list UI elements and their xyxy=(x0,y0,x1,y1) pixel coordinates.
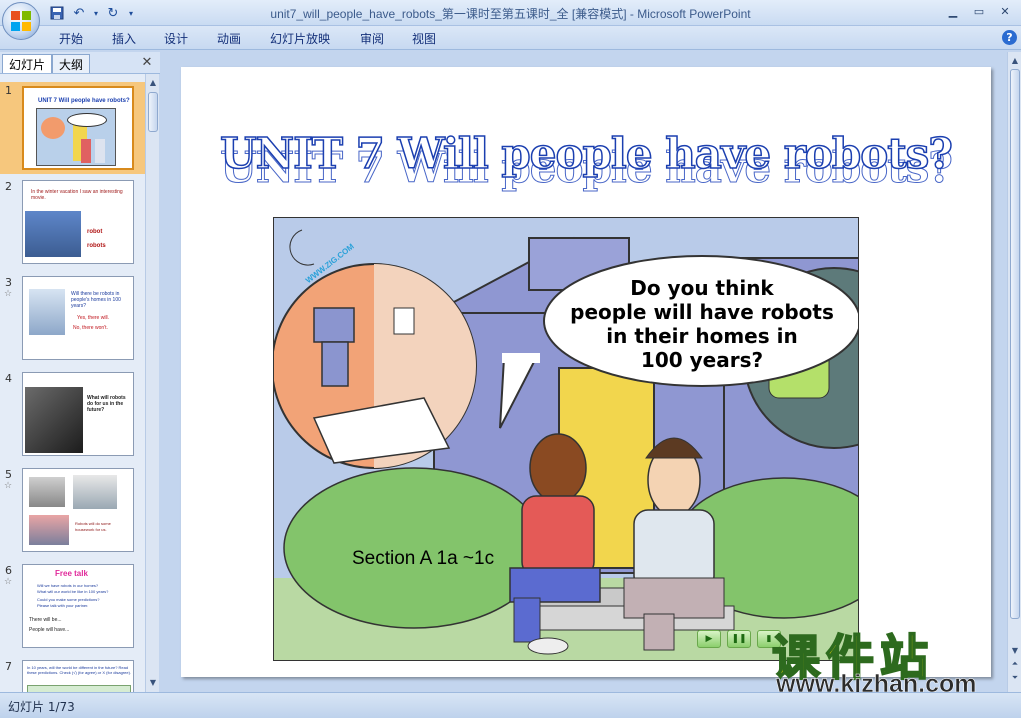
animation-icon: ☆ xyxy=(4,577,13,587)
previous-slide-icon[interactable]: ⏶ xyxy=(1009,658,1021,670)
tab-slideshow[interactable]: 幻灯片放映 xyxy=(270,30,330,47)
scroll-up-icon[interactable]: ▲ xyxy=(147,76,159,88)
close-icon[interactable]: ✕ xyxy=(994,2,1016,20)
thumb-table xyxy=(27,685,131,692)
scroll-thumb[interactable] xyxy=(1010,69,1020,619)
thumb-text: Robots will do some housework for us. xyxy=(75,521,111,532)
slide-thumbnail-6[interactable]: 6 ☆ Free talk Will we have robots in our… xyxy=(0,562,145,654)
scroll-up-icon[interactable]: ▲ xyxy=(1009,54,1021,66)
thumb-line: What will our world be like in 100 years… xyxy=(37,589,109,594)
thumbnail-image: What will robots do for us in the future… xyxy=(22,372,134,456)
slide-number: 4 xyxy=(5,372,12,385)
slide-illustration: WWW.ZIG.COM Do you think people will hav… xyxy=(273,217,859,661)
slide-number: 5 xyxy=(5,468,12,481)
thumb-title: Free talk xyxy=(55,569,88,578)
thumb-text: Will there be robots in people's homes i… xyxy=(71,291,121,309)
thumb-photo xyxy=(29,289,65,335)
maximize-icon[interactable]: ▭ xyxy=(968,2,990,20)
thumb-photo xyxy=(25,387,83,453)
thumb-line: People will have... xyxy=(29,627,70,633)
thumb-title: UNIT 7 Will people have robots? xyxy=(38,98,130,104)
thumb-line: Please talk with your partner. xyxy=(37,603,89,608)
tab-view[interactable]: 视图 xyxy=(412,30,436,47)
next-slide-icon[interactable]: ⏷ xyxy=(1009,672,1021,684)
thumbnail-image: In 10 years, will the world be different… xyxy=(22,660,134,692)
status-bar: 幻灯片 1/73 xyxy=(0,692,1021,718)
slide-thumbnail-1[interactable]: 1 UNIT 7 Will people have robots? xyxy=(0,82,145,174)
slide-thumbnail-5[interactable]: 5 ☆ Robots will do some housework for us… xyxy=(0,466,145,558)
office-logo-icon xyxy=(11,11,31,31)
thumb-text: In the winter vacation I saw an interest… xyxy=(31,189,123,201)
slide-number: 1 xyxy=(5,84,12,97)
slide-number: 3 xyxy=(5,276,12,289)
thumb-photo xyxy=(25,211,81,257)
thumbnail-image: UNIT 7 Will people have robots? xyxy=(22,86,134,170)
speech-line: Do you think xyxy=(630,276,774,300)
slide-number: 2 xyxy=(5,180,12,193)
thumbnail-image: Free talk Will we have robots in our hom… xyxy=(22,564,134,648)
editor-scrollbar[interactable]: ▲ ▼ ⏶ ⏷ xyxy=(1007,52,1021,692)
scroll-down-icon[interactable]: ▼ xyxy=(147,676,159,688)
scroll-thumb[interactable] xyxy=(148,92,158,132)
slide-thumbnail-7[interactable]: 7 In 10 years, will the world be differe… xyxy=(0,658,145,692)
close-pane-icon[interactable]: ✕ xyxy=(140,55,154,70)
slide-thumbnail-3[interactable]: 3 ☆ Will there be robots in people's hom… xyxy=(0,274,145,366)
current-slide[interactable]: UNIT 7 Will people have robots? UNIT 7 W… xyxy=(181,67,991,677)
pause-icon[interactable]: ❚❚ xyxy=(727,630,751,648)
thumb-text: In 10 years, will the world be different… xyxy=(27,665,132,675)
speech-line: 100 years? xyxy=(640,348,764,372)
animation-icon: ☆ xyxy=(4,481,13,491)
slide-thumbnail-2[interactable]: 2 In the winter vacation I saw an intere… xyxy=(0,178,145,270)
thumbnail-image: Will there be robots in people's homes i… xyxy=(22,276,134,360)
tab-design[interactable]: 设计 xyxy=(164,30,188,47)
thumbnail-scrollbar[interactable]: ▲ ▼ xyxy=(145,74,159,692)
thumb-illustration xyxy=(36,108,116,166)
pane-tabs: 幻灯片 大纲 xyxy=(0,52,160,74)
thumb-label: robot xyxy=(87,229,103,235)
scroll-down-icon[interactable]: ▼ xyxy=(1009,644,1021,656)
slide-number: 6 xyxy=(5,564,12,577)
thumb-text: What will robots do for us in the future… xyxy=(87,395,126,413)
thumbnail-image: In the winter vacation I saw an interest… xyxy=(22,180,134,264)
thumb-photo xyxy=(29,477,65,507)
thumb-label: robots xyxy=(87,243,106,249)
office-button[interactable] xyxy=(2,2,40,40)
speech-line: in their homes in xyxy=(606,324,798,348)
thumbnail-image: Robots will do some housework for us. xyxy=(22,468,134,552)
tab-outline[interactable]: 大纲 xyxy=(52,54,91,73)
tab-slides[interactable]: 幻灯片 xyxy=(2,54,53,73)
title-bar: ↶ ▾ ↻ ▾ unit7_will_people_have_robots_第一… xyxy=(0,0,1021,40)
slide-number: 7 xyxy=(5,660,12,673)
tab-animations[interactable]: 动画 xyxy=(217,30,241,47)
slide-thumbnails-pane: 1 UNIT 7 Will people have robots? 2 In t… xyxy=(0,74,145,692)
thumb-label: No, there won't. xyxy=(73,325,108,331)
slide-thumbnail-4[interactable]: 4 What will robots do for us in the futu… xyxy=(0,370,145,462)
ribbon-tabs: 开始 插入 设计 动画 幻灯片放映 审阅 视图 xyxy=(0,26,1021,50)
thumb-photo xyxy=(73,475,117,509)
tab-insert[interactable]: 插入 xyxy=(112,30,136,47)
minimize-icon[interactable]: ▁ xyxy=(942,2,964,20)
tab-home[interactable]: 开始 xyxy=(59,30,83,47)
slide-title: UNIT 7 Will people have robots? xyxy=(219,128,953,179)
play-icon[interactable]: ▶ xyxy=(697,630,721,648)
animation-icon: ☆ xyxy=(4,289,13,299)
tab-review[interactable]: 审阅 xyxy=(360,30,384,47)
slide-counter: 幻灯片 1/73 xyxy=(8,700,75,714)
window-title: unit7_will_people_have_robots_第一课时至第五课时_… xyxy=(270,7,751,21)
speech-bubble-text: Do you think people will have robots in … xyxy=(554,276,850,372)
thumb-photo xyxy=(29,515,69,545)
help-icon[interactable]: ? xyxy=(1002,30,1017,45)
section-label: Section A 1a ~1c xyxy=(352,548,495,569)
speech-line: people will have robots xyxy=(570,300,834,324)
thumb-line: There will be... xyxy=(29,617,62,623)
thumb-label: Yes, there will. xyxy=(77,315,110,321)
